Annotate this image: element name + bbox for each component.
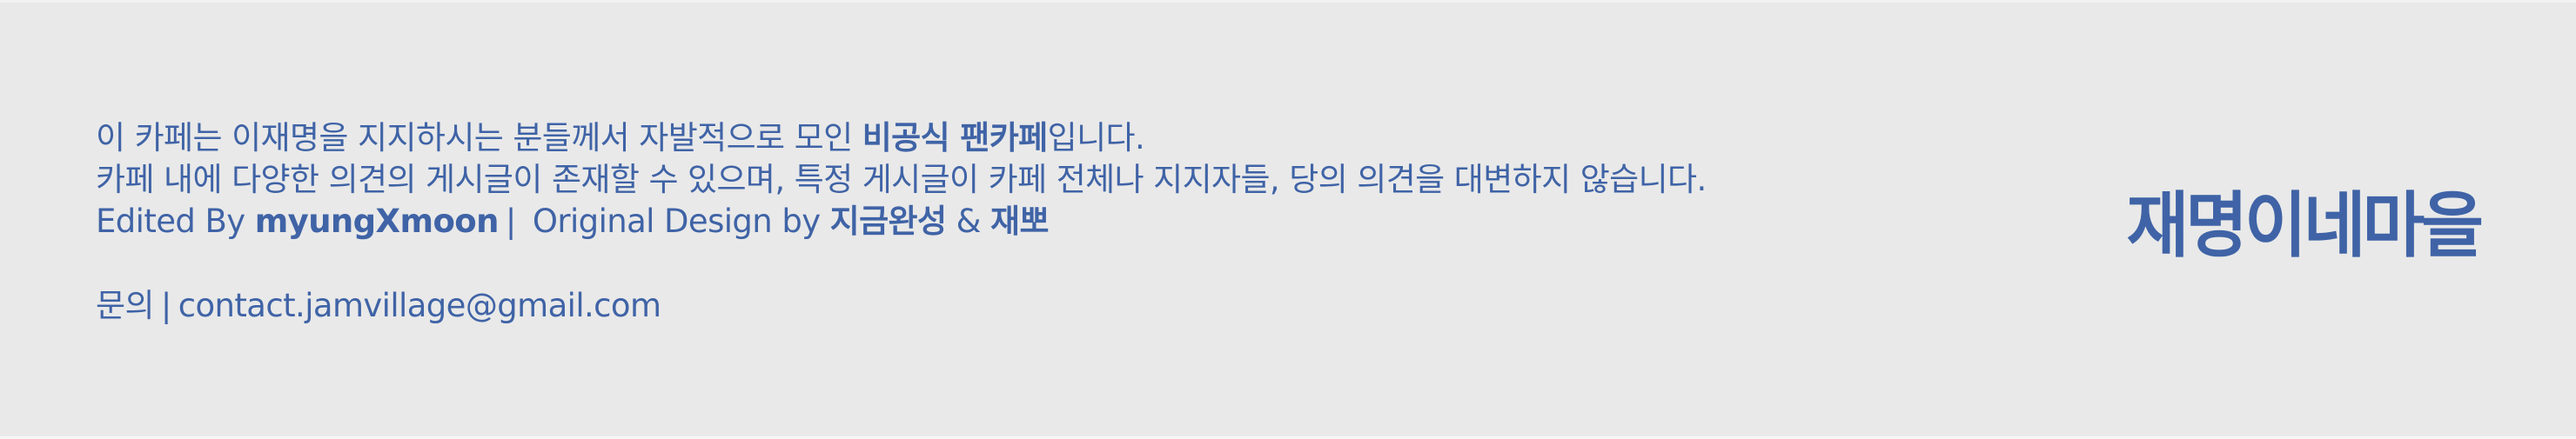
contact-label: 문의 xyxy=(96,287,154,324)
edited-by-label: Edited By xyxy=(96,203,255,240)
contact-separator: | xyxy=(160,287,171,324)
designer-ampersand: & xyxy=(946,203,991,240)
contact-line: 문의 | contact.jamvillage@gmail.com xyxy=(96,285,1707,327)
intro-line: 이 카페는 이재명을 지지하시는 분들께서 자발적으로 모인 비공식 팬카페입니… xyxy=(96,117,1707,159)
footer-info: 이 카페는 이재명을 지지하시는 분들께서 자발적으로 모인 비공식 팬카페입니… xyxy=(96,117,1707,327)
original-design-label: Original Design by xyxy=(522,203,830,240)
contact-email-link[interactable]: contact.jamvillage@gmail.com xyxy=(178,287,661,324)
credits-line: Edited By myungXmoon | Original Design by… xyxy=(96,201,1707,243)
site-footer: 이 카페는 이재명을 지지하시는 분들께서 자발적으로 모인 비공식 팬카페입니… xyxy=(0,0,2576,439)
brand-logo: 재명이네마을 xyxy=(2126,184,2484,268)
designer-name-2: 재뽀 xyxy=(990,203,1049,240)
disclaimer-line: 카페 내에 다양한 의견의 게시글이 존재할 수 있으며, 특정 게시글이 카페… xyxy=(96,161,1707,198)
intro-suffix: 입니다. xyxy=(1047,119,1145,156)
credits-separator: | xyxy=(505,203,516,240)
editor-name: myungXmoon xyxy=(254,203,500,240)
intro-text: 이 카페는 이재명을 지지하시는 분들께서 자발적으로 모인 xyxy=(96,119,862,156)
designer-name-1: 지금완성 xyxy=(829,203,947,240)
unofficial-fancafe-label: 비공식 팬카페 xyxy=(862,119,1049,156)
